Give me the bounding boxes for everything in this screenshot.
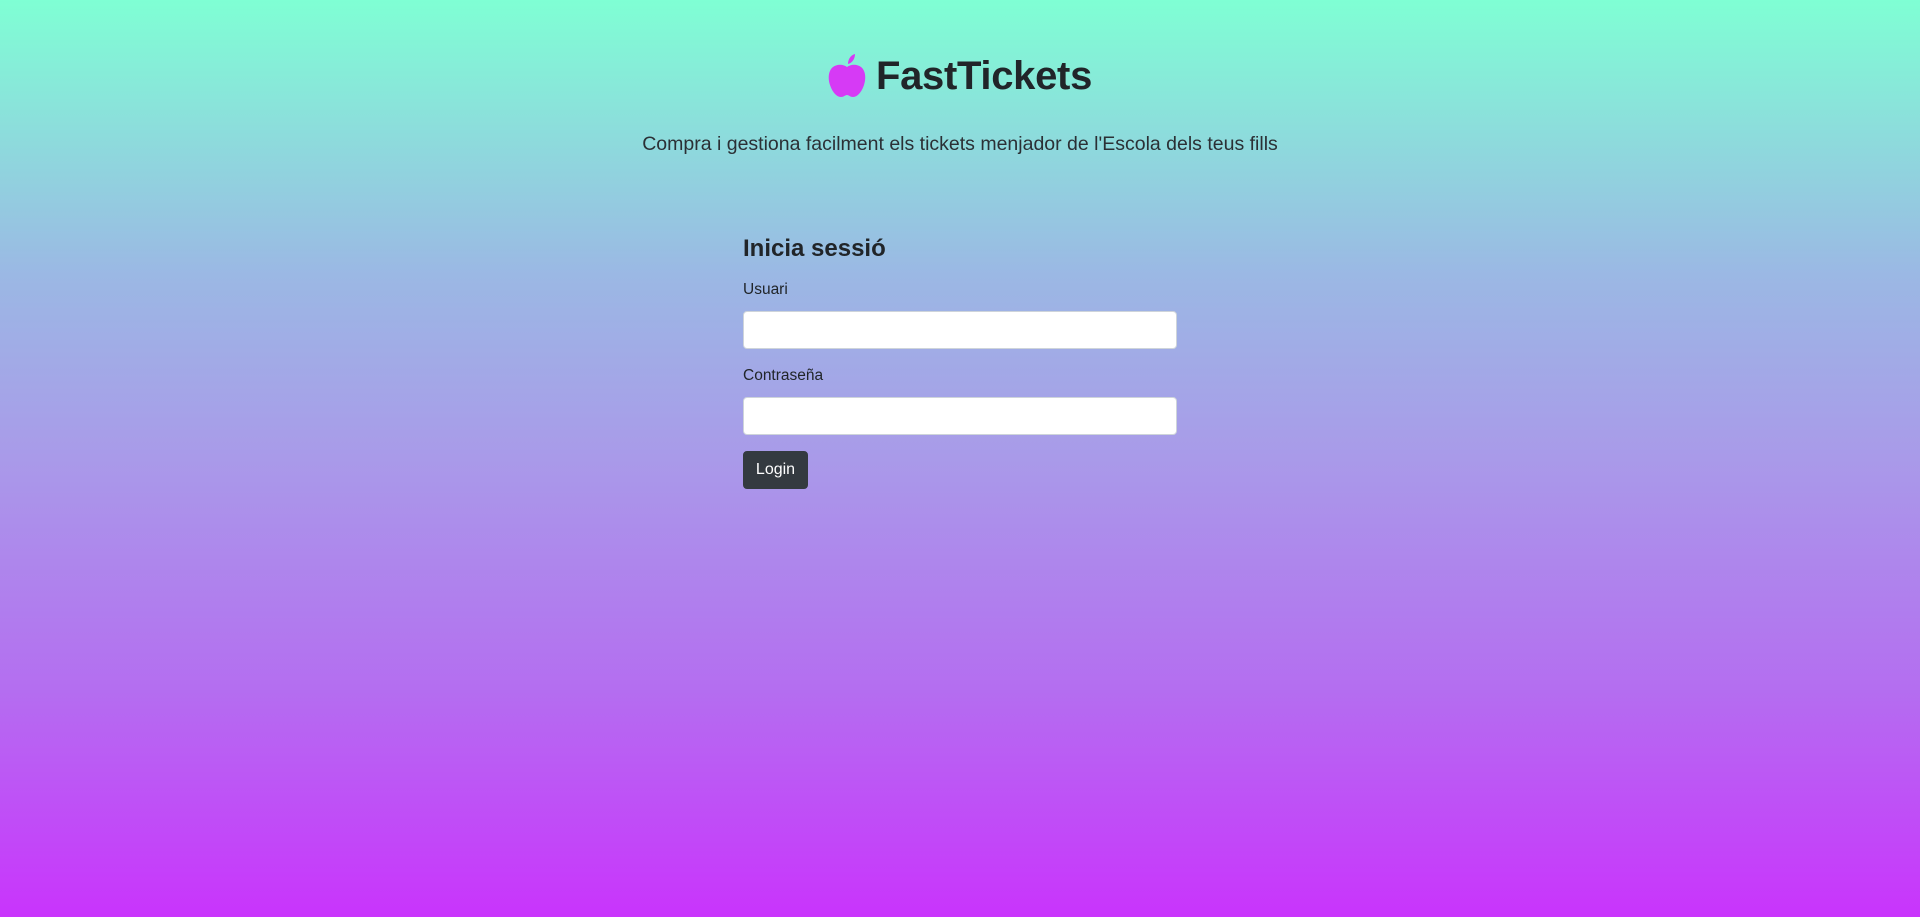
password-input[interactable]: [743, 397, 1177, 435]
username-input[interactable]: [743, 311, 1177, 349]
username-label: Usuari: [743, 281, 788, 298]
password-label: Contraseña: [743, 367, 824, 384]
app-title: FastTickets: [875, 54, 1093, 98]
header: FastTickets: [0, 50, 1920, 103]
apple-icon: [828, 54, 866, 98]
login-title: Inicia sessió: [743, 235, 886, 262]
brand: FastTickets: [828, 50, 1092, 102]
login-form: Inicia sessió Usuari Contraseña Login: [743, 234, 1177, 489]
app-subtitle: Compra i gestiona facilment els tickets …: [642, 133, 1278, 155]
login-button[interactable]: Login: [743, 451, 808, 489]
